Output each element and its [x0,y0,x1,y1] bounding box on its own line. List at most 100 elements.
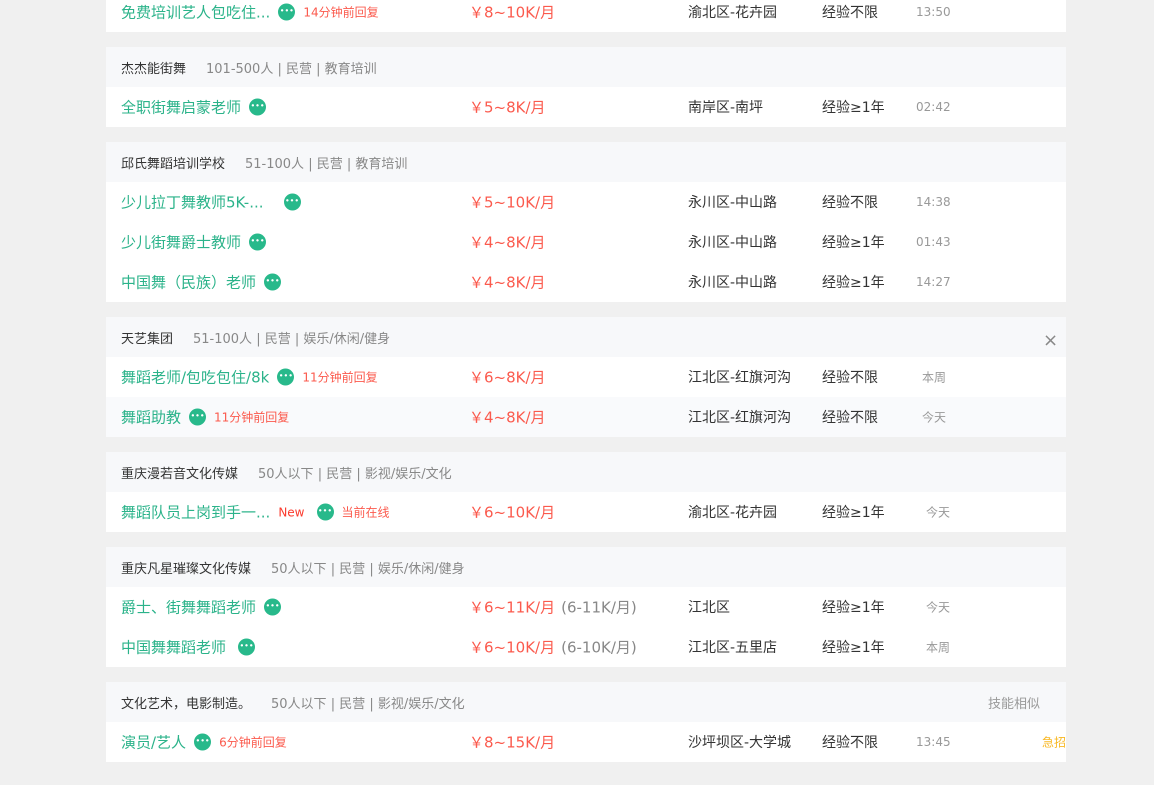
post-time: 本周 [922,370,947,385]
post-time: 今天 [926,600,951,615]
job-row[interactable]: 全职街舞启蒙老师 ￥5~8K/月 南岸区-南坪 经验≥1年 02:42 [106,87,1066,127]
post-time: 14:27 [916,275,951,289]
job-row[interactable]: 免费培训艺人包吃住... 14分钟前回复 ￥8~10K/月 渝北区-花卉园 经验… [106,0,1066,32]
salary: ￥5~8K/月 [469,97,546,118]
experience: 经验不限 [822,5,878,21]
company-name[interactable]: 文化艺术，电影制造。 [121,693,251,712]
reply-status: 14分钟前回复 [303,5,379,20]
chat-icon[interactable] [316,503,334,521]
salary: ￥4~8K/月 [469,272,546,293]
job-row[interactable]: 中国舞舞蹈老师 ￥6~10K/月(6-10K/月) 江北区-五里店 经验≥1年 … [106,627,1066,667]
salary-value: ￥6~11K/月 [469,598,556,617]
job-row[interactable]: 舞蹈助教 11分钟前回复 ￥4~8K/月 江北区-红旗河沟 经验不限 今天 [106,397,1066,437]
chat-icon[interactable] [283,193,301,211]
chat-icon[interactable] [189,408,207,426]
chat-icon[interactable] [264,598,282,616]
salary: ￥4~8K/月 [469,232,546,253]
salary: ￥5~10K/月 [469,192,555,213]
company-name[interactable]: 杰杰能街舞 [121,58,186,77]
salary: ￥8~10K/月 [469,2,555,23]
location: 渝北区-花卉园 [688,5,778,21]
salary-value: ￥6~10K/月 [469,638,556,657]
chat-icon[interactable] [264,273,282,291]
experience: 经验不限 [822,370,878,386]
chat-icon[interactable] [249,98,267,116]
post-time: 本周 [926,640,951,655]
experience: 经验≥1年 [822,600,885,616]
job-title[interactable]: 中国舞（民族）老师 [121,272,256,293]
reply-status: 11分钟前回复 [214,410,290,425]
post-time: 02:42 [916,100,951,114]
company-header: 邱氏舞蹈培训学校 51-100人 | 民营 | 教育培训 [106,142,1066,182]
location: 沙坪坝区-大学城 [688,735,792,751]
chat-icon[interactable] [278,3,296,21]
salary-value: ￥4~8K/月 [469,233,546,252]
company-group: 免费培训艺人包吃住... 14分钟前回复 ￥8~10K/月 渝北区-花卉园 经验… [106,0,1066,32]
job-title[interactable]: 全职街舞启蒙老师 [121,97,241,118]
company-name[interactable]: 重庆凡星璀璨文化传媒 [121,558,251,577]
job-title-wrap: 舞蹈队员上岗到手一... New 当前在线 [121,502,390,523]
salary: ￥6~11K/月 (6-11K/月) [469,597,637,618]
job-row[interactable]: 演员/艺人 6分钟前回复 ￥8~15K/月 沙坪坝区-大学城 经验不限 13:4… [106,722,1066,762]
close-icon[interactable]: × [1043,332,1058,350]
job-row[interactable]: 中国舞（民族）老师 ￥4~8K/月 永川区-中山路 经验≥1年 14:27 [106,262,1066,302]
company-group: 重庆漫若音文化传媒 50人以下 | 民营 | 影视/娱乐/文化 舞蹈队员上岗到手… [106,452,1066,532]
chat-icon[interactable] [238,638,256,656]
job-title-wrap: 舞蹈助教 11分钟前回复 [121,407,289,428]
reply-status: 11分钟前回复 [302,370,378,385]
experience: 经验不限 [822,410,878,426]
job-title[interactable]: 爵士、街舞舞蹈老师 [121,597,256,618]
company-meta: 101-500人 | 民营 | 教育培训 [206,61,377,77]
job-row[interactable]: 舞蹈老师/包吃包住/8k 11分钟前回复 ￥6~8K/月 江北区-红旗河沟 经验… [106,357,1066,397]
job-row[interactable]: 少儿街舞爵士教师 ￥4~8K/月 永川区-中山路 经验≥1年 01:43 [106,222,1066,262]
salary-value: ￥8~15K/月 [469,733,556,752]
location: 南岸区-南坪 [688,100,764,116]
company-name[interactable]: 天艺集团 [121,328,173,347]
salary-value: ￥8~10K/月 [469,3,556,22]
job-title[interactable]: 中国舞舞蹈老师 [121,637,226,658]
chat-icon[interactable] [277,368,295,386]
salary: ￥4~8K/月 [469,407,546,428]
job-title-wrap: 少儿拉丁舞教师5K-... [121,192,301,213]
company-meta: 50人以下 | 民营 | 娱乐/休闲/健身 [271,561,465,577]
company-meta: 50人以下 | 民营 | 影视/娱乐/文化 [271,696,465,712]
job-title[interactable]: 少儿拉丁舞教师5K-... [121,192,264,213]
experience: 经验≥1年 [822,275,885,291]
chat-icon[interactable] [194,733,212,751]
job-row[interactable]: 舞蹈队员上岗到手一... New 当前在线 ￥6~10K/月 渝北区-花卉园 经… [106,492,1066,532]
company-meta: 51-100人 | 民营 | 娱乐/休闲/健身 [193,331,391,347]
job-title[interactable]: 舞蹈助教 [121,407,181,428]
job-title-wrap: 免费培训艺人包吃住... 14分钟前回复 [121,2,379,23]
job-title[interactable]: 演员/艺人 [121,732,186,753]
location: 永川区-中山路 [688,195,778,211]
company-header: 杰杰能街舞 101-500人 | 民营 | 教育培训 [106,47,1066,87]
chat-icon[interactable] [249,233,267,251]
experience: 经验不限 [822,735,878,751]
job-title-wrap: 中国舞（民族）老师 [121,272,282,293]
post-time: 今天 [922,410,947,425]
salary: ￥6~8K/月 [469,367,546,388]
job-title[interactable]: 舞蹈队员上岗到手一... [121,502,270,523]
job-title[interactable]: 舞蹈老师/包吃包住/8k [121,367,269,388]
salary-value: ￥5~8K/月 [469,98,546,117]
company-header: 重庆漫若音文化传媒 50人以下 | 民营 | 影视/娱乐/文化 [106,452,1066,492]
skill-similar-tag: 技能相似 [987,696,1040,712]
company-group: 重庆凡星璀璨文化传媒 50人以下 | 民营 | 娱乐/休闲/健身 爵士、街舞舞蹈… [106,547,1066,667]
company-name[interactable]: 邱氏舞蹈培训学校 [121,153,225,172]
job-title-wrap: 演员/艺人 6分钟前回复 [121,732,287,753]
job-title[interactable]: 少儿街舞爵士教师 [121,232,241,253]
company-meta: 50人以下 | 民营 | 影视/娱乐/文化 [258,466,452,482]
job-row[interactable]: 少儿拉丁舞教师5K-... ￥5~10K/月 永川区-中山路 经验不限 14:3… [106,182,1066,222]
location: 江北区-红旗河沟 [688,410,792,426]
salary-value: ￥4~8K/月 [469,408,546,427]
company-header: 重庆凡星璀璨文化传媒 50人以下 | 民营 | 娱乐/休闲/健身 [106,547,1066,587]
company-name[interactable]: 重庆漫若音文化传媒 [121,463,238,482]
location: 江北区-五里店 [688,640,778,656]
job-row[interactable]: 爵士、街舞舞蹈老师 ￥6~11K/月 (6-11K/月) 江北区 经验≥1年 今天 [106,587,1066,627]
job-title[interactable]: 免费培训艺人包吃住... [121,2,270,23]
job-title-wrap: 爵士、街舞舞蹈老师 [121,597,282,618]
salary: ￥6~10K/月 (6-10K/月) [469,637,637,658]
salary: ￥6~10K/月 [469,502,555,523]
company-group: 文化艺术，电影制造。 50人以下 | 民营 | 影视/娱乐/文化 技能相似 演员… [106,682,1066,762]
salary-value: ￥4~8K/月 [469,273,546,292]
